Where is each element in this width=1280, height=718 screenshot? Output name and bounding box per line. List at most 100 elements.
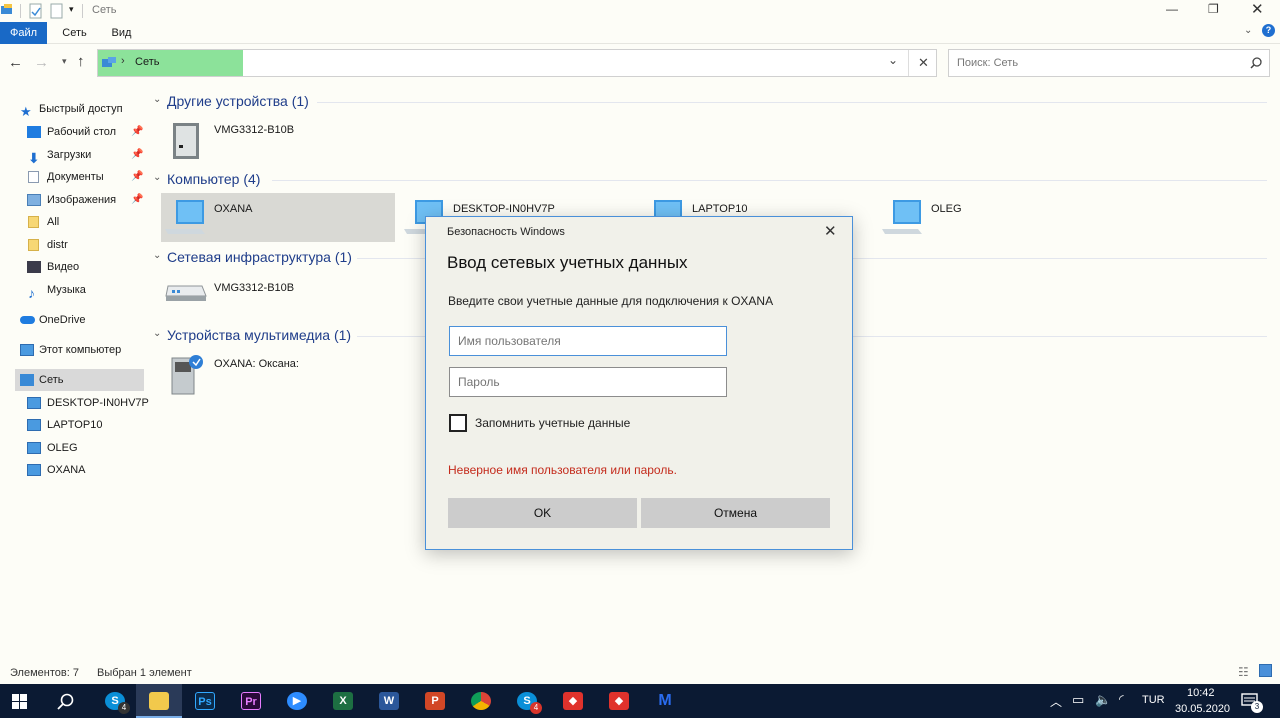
taskbar-chrome[interactable]: [458, 684, 504, 718]
taskbar-file-explorer[interactable]: [136, 684, 182, 718]
address-bar[interactable]: › Сеть ⌄ ✕: [97, 49, 937, 77]
taskbar-anydesk[interactable]: ◆: [550, 684, 596, 718]
window-title: Сеть: [92, 4, 117, 16]
taskbar-skype-2[interactable]: S 4: [504, 684, 550, 718]
help-icon[interactable]: ?: [1262, 24, 1275, 37]
search-icon[interactable]: [57, 693, 74, 710]
item-label: OXANA: [214, 203, 253, 215]
chevron-down-icon[interactable]: ⌄: [153, 328, 161, 339]
new-folder-icon[interactable]: [50, 3, 64, 19]
pin-icon[interactable]: 📌: [131, 144, 143, 166]
taskbar-skype[interactable]: S 4: [92, 684, 138, 718]
computer-icon: [27, 419, 41, 431]
sidebar-item-downloads[interactable]: ⬇ Загрузки 📌: [27, 144, 144, 166]
forward-arrow-icon[interactable]: →: [34, 54, 49, 71]
pin-icon[interactable]: 📌: [131, 166, 143, 188]
properties-icon[interactable]: [29, 3, 43, 19]
sidebar-item-network[interactable]: Сеть: [15, 369, 144, 391]
volume-icon[interactable]: 🔈: [1095, 692, 1111, 708]
chevron-right-icon[interactable]: ›: [121, 55, 125, 67]
taskbar-excel[interactable]: X: [320, 684, 366, 718]
pin-icon[interactable]: 📌: [131, 189, 143, 211]
navigation-pane: ★ Быстрый доступ Рабочий стол 📌 ⬇ Загруз…: [0, 92, 150, 492]
credentials-dialog: Безопасность Windows ✕ Ввод сетевых учет…: [425, 216, 853, 550]
divider: [20, 4, 21, 18]
sidebar-item-desktop-in0hv7p[interactable]: DESKTOP-IN0HV7P: [27, 392, 149, 414]
chevron-down-icon[interactable]: ⌄: [888, 53, 898, 67]
sidebar-item-all[interactable]: All: [27, 211, 144, 233]
sidebar-item-desktop[interactable]: Рабочий стол 📌: [27, 121, 144, 143]
clock-time[interactable]: 10:42: [1187, 687, 1215, 699]
battery-icon[interactable]: ▭: [1072, 692, 1084, 708]
item-label: VMG3312-B10B: [214, 282, 295, 294]
back-arrow-icon[interactable]: ←: [8, 54, 23, 71]
large-icons-view-icon[interactable]: [1259, 664, 1272, 677]
sidebar-item-documents[interactable]: Документы 📌: [27, 166, 144, 188]
restore-button[interactable]: ❐: [1208, 2, 1219, 16]
clear-address-icon[interactable]: ✕: [918, 55, 929, 71]
group-header-computers[interactable]: Компьютер (4): [167, 171, 260, 187]
sidebar-item-this-pc[interactable]: Этот компьютер: [20, 339, 144, 361]
sidebar-item-onedrive[interactable]: OneDrive: [20, 309, 144, 331]
tab-file[interactable]: Файл: [0, 22, 47, 44]
tab-network[interactable]: Сеть: [52, 22, 97, 44]
minimize-button[interactable]: —: [1166, 2, 1178, 16]
language-indicator[interactable]: TUR: [1142, 694, 1165, 706]
sidebar-item-label: Рабочий стол: [47, 126, 117, 138]
item-oxana-media[interactable]: OXANA: Оксана:: [164, 350, 394, 398]
video-icon: [27, 261, 41, 273]
password-field[interactable]: [449, 367, 727, 397]
word-icon: W: [379, 692, 399, 710]
clock-date[interactable]: 30.05.2020: [1175, 703, 1230, 715]
dialog-close-button[interactable]: ✕: [824, 222, 837, 240]
sidebar-item-laptop10[interactable]: LAPTOP10: [27, 414, 144, 436]
item-oleg[interactable]: OLEG: [878, 193, 1112, 242]
address-path[interactable]: Сеть: [135, 56, 159, 68]
sidebar-item-label: Видео: [47, 261, 80, 273]
details-view-icon[interactable]: ☷: [1238, 665, 1249, 679]
sidebar-item-music[interactable]: ♪ Музыка: [27, 279, 144, 301]
taskbar-malwarebytes[interactable]: M: [642, 684, 688, 718]
expand-ribbon-icon[interactable]: ⌄: [1244, 25, 1252, 36]
taskbar-photoshop[interactable]: Ps: [182, 684, 228, 718]
sidebar-item-oleg[interactable]: OLEG: [27, 437, 144, 459]
group-header-other-devices[interactable]: Другие устройства (1): [167, 93, 309, 109]
close-button[interactable]: ✕: [1251, 0, 1264, 18]
taskbar-premiere[interactable]: Pr: [228, 684, 274, 718]
taskbar-powerpoint[interactable]: P: [412, 684, 458, 718]
folder-icon: [149, 692, 169, 710]
wifi-icon[interactable]: ◜: [1119, 692, 1124, 706]
group-header-multimedia-devices[interactable]: Устройства мультимедиа (1): [167, 327, 351, 343]
search-box[interactable]: Поиск: Сеть: [948, 49, 1270, 77]
taskbar-word[interactable]: W: [366, 684, 412, 718]
group-header-network-infrastructure[interactable]: Сетевая инфраструктура (1): [167, 249, 352, 265]
show-hidden-icons-icon[interactable]: ︿: [1050, 693, 1062, 710]
customize-quick-access-icon[interactable]: ▾: [69, 4, 74, 15]
taskbar-anydesk-2[interactable]: ◆: [596, 684, 642, 718]
sidebar-item-pictures[interactable]: Изображения 📌: [27, 189, 144, 211]
explorer-icon[interactable]: [0, 3, 14, 17]
search-placeholder: Поиск: Сеть: [957, 57, 1019, 69]
sidebar-item-quick-access[interactable]: ★ Быстрый доступ: [20, 98, 144, 120]
up-arrow-icon[interactable]: ↑: [77, 53, 85, 70]
windows-start-icon[interactable]: [12, 694, 28, 710]
search-icon[interactable]: [1250, 57, 1262, 69]
cancel-button[interactable]: Отмена: [641, 498, 830, 528]
pin-icon[interactable]: 📌: [131, 121, 143, 143]
sidebar-item-distr[interactable]: distr: [27, 234, 144, 256]
item-vmg3312-router[interactable]: VMG3312-B10B: [164, 274, 394, 314]
sidebar-item-oxana[interactable]: OXANA: [27, 459, 144, 481]
remember-checkbox[interactable]: [449, 414, 467, 432]
chevron-down-icon[interactable]: ⌄: [153, 172, 161, 183]
chevron-down-icon[interactable]: ⌄: [153, 250, 161, 261]
username-field[interactable]: [449, 326, 727, 356]
recent-locations-icon[interactable]: ▾: [62, 56, 67, 67]
taskbar-zoom[interactable]: ▶: [274, 684, 320, 718]
chevron-down-icon[interactable]: ⌄: [153, 94, 161, 105]
ok-button[interactable]: OK: [448, 498, 637, 528]
item-vmg3312-other[interactable]: VMG3312-B10B: [164, 118, 394, 166]
tab-view[interactable]: Вид: [100, 22, 143, 44]
sidebar-item-video[interactable]: Видео: [27, 256, 144, 278]
item-oxana[interactable]: OXANA: [161, 193, 395, 242]
group-divider: [317, 102, 1267, 103]
